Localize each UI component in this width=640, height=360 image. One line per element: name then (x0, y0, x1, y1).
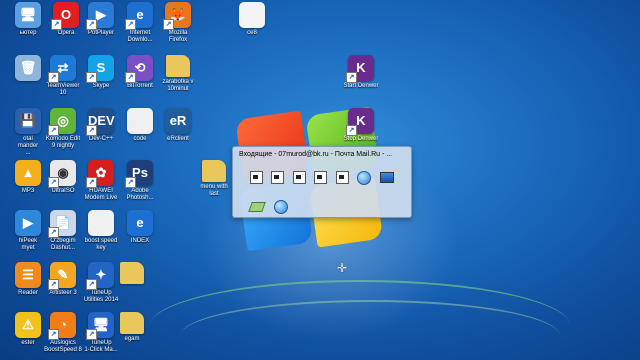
icon-folder-egam-label: egam (124, 336, 140, 342)
icon-file-ce8-label: ce8 (247, 30, 257, 36)
icon-photoshop-label: Adobe Photosh... (126, 188, 154, 201)
shortcut-arrow-icon: ↗ (48, 329, 59, 340)
icon-file-ce8-image (239, 2, 265, 28)
icon-folder-zarabotka-label: zarabotka v 10minut (162, 79, 194, 92)
icon-firefox-image: 🦊 ↗ (163, 2, 191, 30)
icon-folder-2-image (120, 262, 144, 284)
shortcut-arrow-icon: ↗ (346, 125, 357, 136)
shortcut-arrow-icon: ↗ (86, 125, 97, 136)
icon-photoshop[interactable]: Ps ↗ Adobe Photosh... (112, 160, 168, 202)
icon-folder-egam-image (120, 312, 144, 334)
shortcut-arrow-icon: ↗ (86, 19, 97, 30)
icon-start-denwer-1-image: K ↗ (346, 55, 374, 83)
shortcut-arrow-icon: ↗ (163, 19, 174, 30)
icon-efclient[interactable]: eR eRclient (150, 108, 206, 143)
icon-start-denwer-1-label: Start Denwer (343, 83, 379, 89)
shortcut-arrow-icon: ↗ (86, 177, 97, 188)
film-icon[interactable] (314, 171, 328, 185)
icon-start-denwer-1[interactable]: K ↗ Start Denwer (333, 55, 389, 90)
film-icon[interactable] (292, 171, 306, 185)
shortcut-arrow-icon: ↗ (86, 329, 97, 340)
icon-file-ce8[interactable]: ce8 (224, 2, 280, 37)
icon-folder-zarabotka[interactable]: zarabotka v 10minut (150, 55, 206, 93)
icon-stop-denwer-label: Stop Denwer (343, 136, 379, 142)
shortcut-arrow-icon: ↗ (48, 279, 59, 290)
icon-devcpp-image: DEV ↗ (86, 108, 115, 136)
shortcut-arrow-icon: ↗ (125, 72, 136, 83)
icon-folder-menu-image (202, 160, 226, 182)
icon-stop-denwer-image: K ↗ (346, 108, 374, 136)
shortcut-arrow-icon: ↗ (48, 125, 59, 136)
icon-photoshop-image: Ps ↗ (125, 160, 153, 188)
icon-index-image: e (127, 210, 153, 236)
globe-icon[interactable] (274, 199, 289, 214)
icon-stop-denwer[interactable]: K ↗ Stop Denwer (333, 108, 389, 143)
icon-potplayer-image: ▶ ↗ (86, 2, 114, 30)
monitor-icon[interactable] (379, 172, 394, 184)
icon-efclient-label: eRclient (167, 136, 189, 142)
icon-efclient-image: eR (165, 108, 191, 134)
icon-boost-image (88, 210, 114, 236)
shortcut-arrow-icon: ↗ (51, 19, 62, 30)
eraser-icon[interactable] (248, 201, 266, 212)
shortcut-arrow-icon: ↗ (86, 279, 97, 290)
icon-firefox-label: Mozilla Firefox (168, 30, 188, 43)
icon-folder-zarabotka-image (166, 55, 190, 77)
icon-index[interactable]: e INDEX (112, 210, 168, 245)
film-icon[interactable] (250, 171, 263, 185)
icon-folder-egam[interactable]: egam (104, 312, 160, 343)
mail-notification-popup[interactable]: Входящие - 07murod@bk.ru - Почта Mail.Ru… (232, 146, 412, 218)
shortcut-arrow-icon: ↗ (86, 72, 97, 83)
film-icon[interactable] (271, 171, 285, 185)
desktop: 🖥 ьютер O ↗ Opera ▶ ↗ PotPlayer e ↗ Internet Downl… (0, 0, 640, 360)
film-icon[interactable] (335, 171, 349, 185)
icon-index-label: INDEX (130, 238, 150, 244)
shortcut-arrow-icon: ↗ (125, 177, 136, 188)
popup-icon-row (250, 169, 394, 187)
icon-firefox[interactable]: 🦊 ↗ Mozilla Firefox (150, 2, 206, 44)
popup-tool-row (248, 198, 292, 216)
shortcut-arrow-icon: ↗ (48, 72, 59, 83)
shortcut-arrow-icon: ↗ (48, 227, 59, 238)
popup-title: Входящие - 07murod@bk.ru - Почта Mail.Ru… (239, 151, 393, 158)
icon-huawei-image: ✿ ↗ (86, 160, 114, 188)
globe-icon[interactable] (357, 170, 372, 185)
icon-tuneup-utilities-label: TuneUp Utilities 2014 (83, 290, 119, 303)
shortcut-arrow-icon: ↗ (125, 19, 136, 30)
icon-folder-2[interactable] (104, 262, 160, 286)
icon-skype-image: S ↗ (86, 55, 114, 83)
mouse-cursor-icon: ✛ (337, 261, 348, 275)
shortcut-arrow-icon: ↗ (346, 72, 357, 83)
shortcut-arrow-icon: ↗ (48, 177, 59, 188)
